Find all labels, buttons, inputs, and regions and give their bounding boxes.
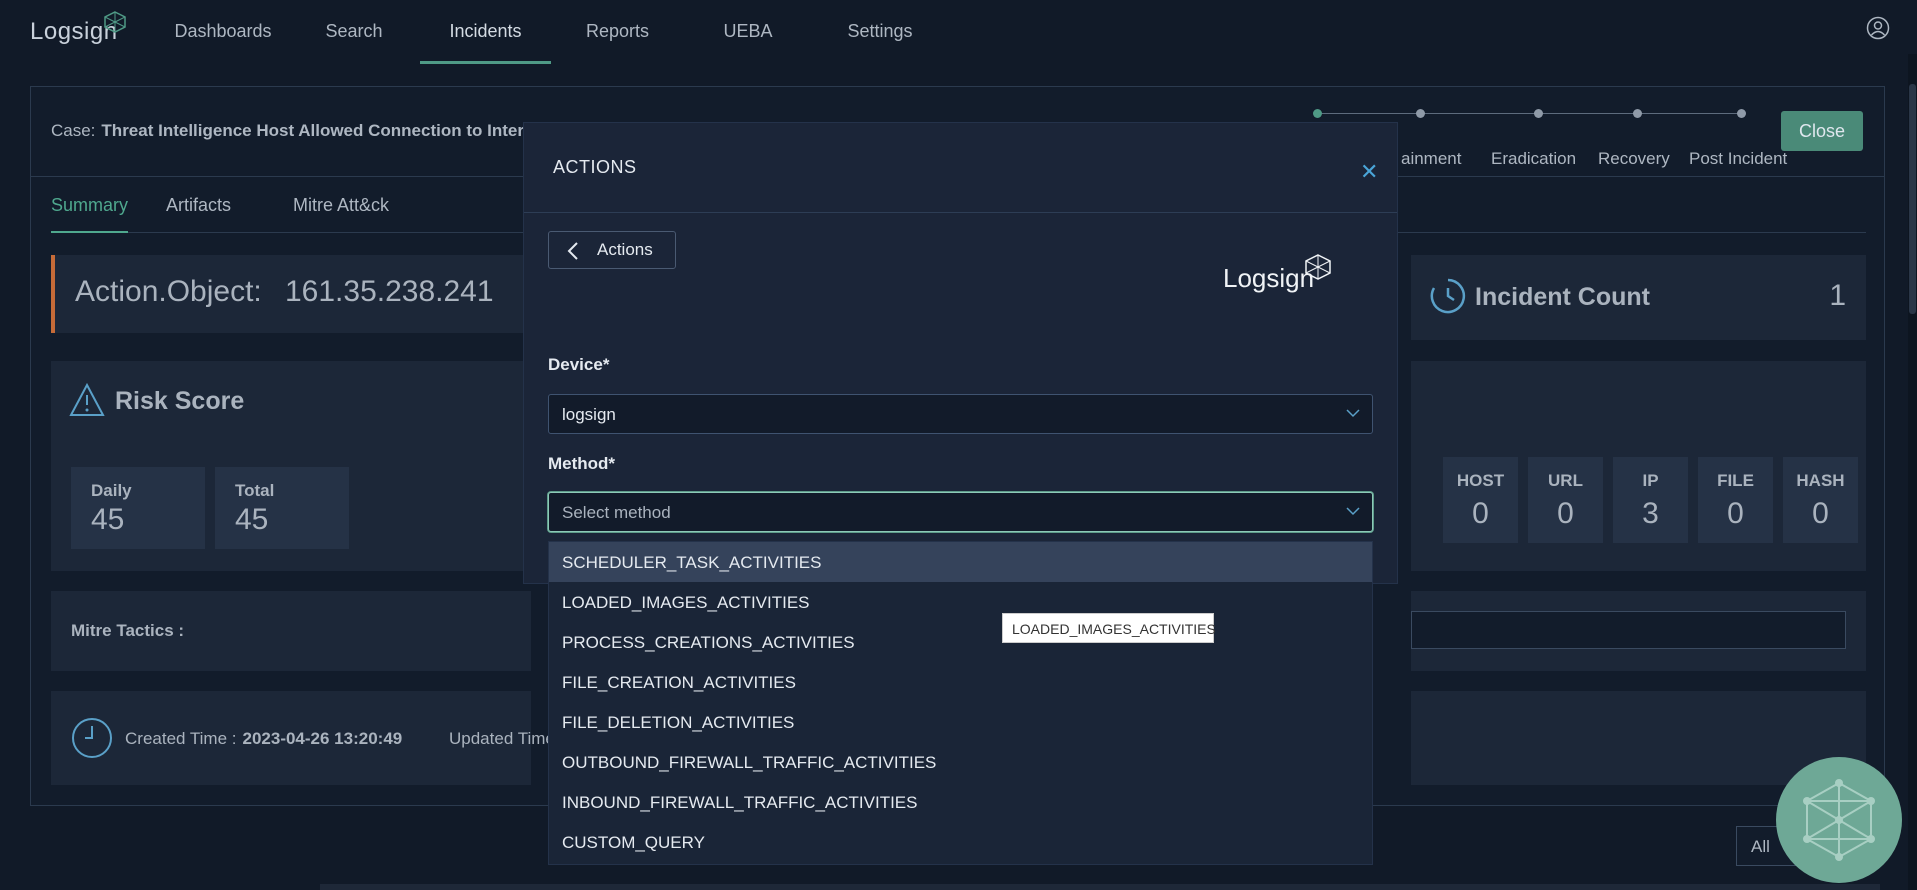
device-select[interactable]: logsign bbox=[548, 394, 1373, 434]
step-dot-2[interactable] bbox=[1416, 109, 1425, 118]
tab-artifacts[interactable]: Artifacts bbox=[166, 195, 231, 233]
network-icon bbox=[1803, 779, 1875, 861]
step-label-post-incident: Post Incident bbox=[1689, 149, 1788, 168]
daily-score: Daily 45 bbox=[71, 467, 205, 549]
method-option[interactable]: CUSTOM_QUERY bbox=[549, 822, 1372, 862]
chevron-left-icon bbox=[567, 242, 578, 260]
option-tooltip: LOADED_IMAGES_ACTIVITIES bbox=[1002, 613, 1216, 643]
method-option[interactable]: FILE_CREATION_ACTIVITIES bbox=[549, 662, 1372, 702]
tab-mitre-attack[interactable]: Mitre Att&ck bbox=[293, 195, 389, 233]
modal-title: ACTIONS bbox=[553, 157, 637, 177]
method-option[interactable]: PROCESS_CREATIONS_ACTIVITIES bbox=[549, 622, 1372, 662]
modal-header: ACTIONS ✕ bbox=[524, 123, 1397, 213]
mitre-tactics-field[interactable] bbox=[1411, 611, 1846, 649]
logsign-logo[interactable]: Logsign bbox=[30, 11, 126, 46]
mitre-tactics-card: Mitre Tactics : bbox=[51, 591, 531, 671]
step-dot-3[interactable] bbox=[1534, 109, 1543, 118]
artifact-host: HOST 0 bbox=[1443, 457, 1518, 543]
mitre-tactics-label: Mitre Tactics : bbox=[71, 621, 185, 640]
warning-icon bbox=[69, 383, 105, 416]
updated-time-label: Updated Time : bbox=[449, 729, 565, 748]
method-select[interactable]: Select method bbox=[548, 492, 1373, 532]
risk-score-card: Risk Score Daily 45 Total 45 bbox=[51, 361, 531, 571]
method-option[interactable]: OUTBOUND_FIREWALL_TRAFFIC_ACTIVITIES bbox=[549, 742, 1372, 782]
clock-icon bbox=[72, 718, 112, 758]
refresh-clock-icon bbox=[1430, 278, 1466, 314]
chevron-down-icon bbox=[1346, 409, 1360, 418]
step-label-eradication: Eradication bbox=[1491, 149, 1577, 168]
close-icon[interactable]: ✕ bbox=[1360, 159, 1378, 185]
time-card: Created Time :2023-04-26 13:20:49 Update… bbox=[51, 691, 564, 785]
step-label-containment: ainment bbox=[1401, 149, 1462, 168]
total-score: Total 45 bbox=[215, 467, 349, 549]
step-dot-5[interactable] bbox=[1737, 109, 1746, 118]
method-option[interactable]: SCHEDULER_TASK_ACTIVITIES bbox=[549, 542, 1372, 582]
user-account-icon[interactable] bbox=[1866, 16, 1890, 40]
method-option[interactable]: INBOUND_FIREWALL_TRAFFIC_ACTIVITIES bbox=[549, 782, 1372, 822]
step-label-recovery: Recovery bbox=[1598, 149, 1670, 168]
top-nav: Logsign Dashboards Search Incidents Repo… bbox=[0, 0, 1917, 64]
assistant-fab[interactable] bbox=[1776, 757, 1902, 883]
device-label: Device* bbox=[548, 355, 610, 374]
logo-network-icon bbox=[104, 11, 126, 33]
stepper-line bbox=[1317, 113, 1743, 114]
nav-settings[interactable]: Settings bbox=[830, 0, 930, 64]
case-title: Case: Threat Intelligence Host Allowed Co… bbox=[51, 121, 544, 140]
method-label: Method* bbox=[548, 454, 616, 473]
close-case-button[interactable]: Close bbox=[1781, 111, 1863, 151]
modal-logsign-logo: Logsign bbox=[1223, 254, 1331, 294]
nav-ueba[interactable]: UEBA bbox=[708, 0, 788, 64]
step-dot-4[interactable] bbox=[1633, 109, 1642, 118]
action-object-card: Action.Object: 161.35.238.241 bbox=[51, 255, 531, 333]
back-to-actions-button[interactable]: Actions bbox=[548, 231, 676, 269]
step-dot-1[interactable] bbox=[1313, 109, 1322, 118]
scrollbar-thumb[interactable] bbox=[1909, 84, 1916, 314]
tab-summary[interactable]: Summary bbox=[51, 195, 129, 233]
actions-modal: ACTIONS ✕ Actions Logsign Device* logsig… bbox=[523, 122, 1398, 584]
incident-count-title: Incident Count bbox=[1475, 283, 1650, 311]
artifact-hash: HASH 0 bbox=[1783, 457, 1858, 543]
artifact-counts-card: HOST 0 URL 0 IP 3 FILE 0 HASH 0 bbox=[1411, 361, 1866, 571]
incident-count-card: Incident Count 1 bbox=[1411, 255, 1866, 340]
artifact-url: URL 0 bbox=[1528, 457, 1603, 543]
artifact-ip: IP 3 bbox=[1613, 457, 1688, 543]
action-object-label: Action.Object: bbox=[75, 275, 262, 308]
logo-network-icon bbox=[1305, 254, 1331, 280]
artifact-file: FILE 0 bbox=[1698, 457, 1773, 543]
method-option[interactable]: LOADED_IMAGES_ACTIVITIES bbox=[549, 582, 1372, 622]
mitre-tactics-input-card bbox=[1411, 591, 1866, 671]
incident-count-value: 1 bbox=[1829, 279, 1846, 312]
risk-score-title: Risk Score bbox=[115, 387, 245, 415]
nav-reports[interactable]: Reports bbox=[570, 0, 665, 64]
page-scrollbar[interactable] bbox=[1908, 54, 1917, 890]
chevron-down-icon bbox=[1346, 507, 1360, 516]
nav-incidents[interactable]: Incidents bbox=[420, 0, 551, 64]
bottom-table-edge bbox=[320, 884, 1880, 890]
method-dropdown: SCHEDULER_TASK_ACTIVITIES LOADED_IMAGES_… bbox=[548, 541, 1373, 865]
created-time: Created Time :2023-04-26 13:20:49 bbox=[125, 729, 403, 748]
nav-dashboards[interactable]: Dashboards bbox=[163, 0, 283, 64]
nav-search[interactable]: Search bbox=[313, 0, 395, 64]
method-option[interactable]: FILE_DELETION_ACTIVITIES bbox=[549, 702, 1372, 742]
action-object-value: 161.35.238.241 bbox=[285, 275, 494, 308]
